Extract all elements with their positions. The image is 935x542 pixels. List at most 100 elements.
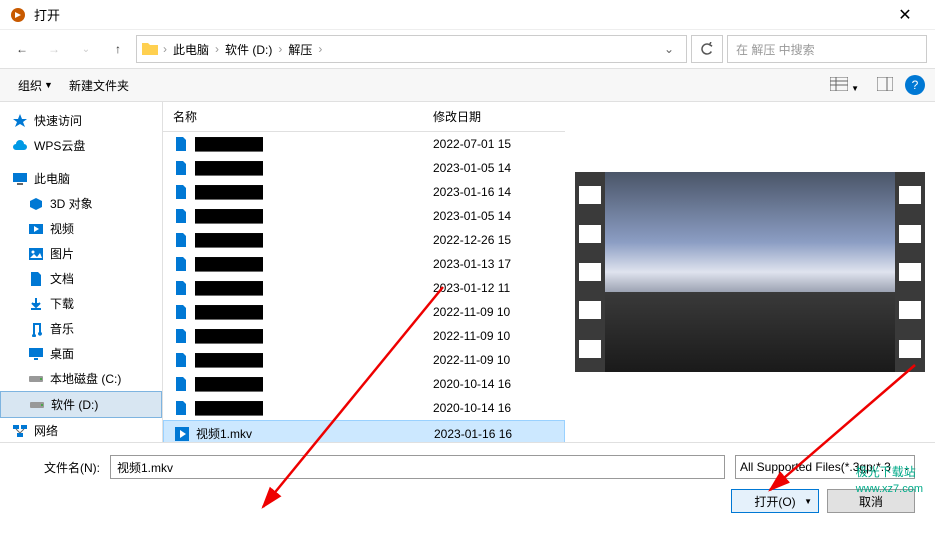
video-thumbnail: [605, 172, 895, 372]
column-date[interactable]: 修改日期: [433, 108, 553, 125]
filmstrip-edge: [575, 172, 605, 372]
column-name[interactable]: 名称: [173, 108, 433, 125]
filename-input[interactable]: [110, 455, 725, 479]
sidebar-item[interactable]: 视频: [0, 216, 162, 241]
search-input[interactable]: 在 解压 中搜索: [727, 35, 927, 63]
file-row[interactable]: ████████2022-11-09 10: [163, 300, 565, 324]
desktop-icon: [28, 346, 44, 362]
file-row[interactable]: ████████2023-01-16 14: [163, 180, 565, 204]
forward-button[interactable]: →: [40, 35, 68, 63]
file-name: ████████: [173, 184, 433, 200]
sidebar-item-label: 音乐: [50, 320, 74, 337]
image-icon: [28, 246, 44, 262]
file-name: 视频1.mkv: [174, 425, 434, 442]
view-mode-button[interactable]: ▼: [824, 73, 865, 98]
recent-dropdown[interactable]: ⌄: [72, 35, 100, 63]
sidebar-item[interactable]: 本地磁盘 (C:): [0, 366, 162, 391]
music-icon: [28, 321, 44, 337]
file-list: 名称 修改日期 ████████2022-07-01 15████████202…: [163, 102, 565, 442]
3d-icon: [28, 196, 44, 212]
file-name: ████████: [173, 232, 433, 248]
file-name: ████████: [173, 352, 433, 368]
preview-pane: [565, 102, 935, 442]
file-date: 2023-01-13 17: [433, 257, 553, 271]
new-folder-button[interactable]: 新建文件夹: [61, 73, 137, 98]
sidebar-item[interactable]: 此电脑: [0, 166, 162, 191]
download-icon: [28, 296, 44, 312]
open-button[interactable]: 打开(O) ▼: [731, 489, 819, 513]
file-name: ████████: [173, 208, 433, 224]
close-button[interactable]: ✕: [885, 5, 925, 25]
breadcrumb-item[interactable]: 软件 (D:): [219, 41, 278, 58]
sidebar-item-label: 快速访问: [34, 112, 82, 129]
file-date: 2022-11-09 10: [433, 329, 553, 343]
file-date: 2022-07-01 15: [433, 137, 553, 151]
video-file-icon: [174, 426, 190, 442]
sidebar-item[interactable]: 下载: [0, 291, 162, 316]
file-row[interactable]: ████████2023-01-12 11: [163, 276, 565, 300]
refresh-button[interactable]: [691, 35, 723, 63]
file-name: ████████: [173, 256, 433, 272]
sidebar-item-label: 图片: [50, 245, 74, 262]
file-name: ████████: [173, 400, 433, 416]
sidebar-item[interactable]: 图片: [0, 241, 162, 266]
sidebar-item[interactable]: 文档: [0, 266, 162, 291]
cloud-icon: [12, 138, 28, 154]
breadcrumb-item[interactable]: 解压: [282, 41, 318, 58]
file-date: 2023-01-16 16: [434, 427, 554, 441]
file-row[interactable]: ████████2023-01-05 14: [163, 156, 565, 180]
chevron-down-icon: ▼: [851, 84, 859, 93]
file-row[interactable]: ████████2022-12-26 15: [163, 228, 565, 252]
preview-button[interactable]: [871, 73, 899, 98]
file-date: 2022-11-09 10: [433, 305, 553, 319]
sidebar-item[interactable]: 快速访问: [0, 108, 162, 133]
file-date: 2023-01-12 11: [433, 281, 553, 295]
organize-button[interactable]: 组织 ▼: [10, 73, 61, 98]
breadcrumb-item[interactable]: 此电脑: [167, 41, 215, 58]
sidebar-item-label: 下载: [50, 295, 74, 312]
file-row[interactable]: ████████2022-11-09 10: [163, 348, 565, 372]
disk-icon: [29, 397, 45, 413]
sidebar-item[interactable]: 3D 对象: [0, 191, 162, 216]
doc-icon: [28, 271, 44, 287]
network-icon: [12, 423, 28, 439]
disk-icon: [28, 371, 44, 387]
sidebar-item[interactable]: 音乐: [0, 316, 162, 341]
file-date: 2023-01-05 14: [433, 161, 553, 175]
back-button[interactable]: ←: [8, 35, 36, 63]
sidebar-item[interactable]: 桌面: [0, 341, 162, 366]
breadcrumb[interactable]: › 此电脑 › 软件 (D:) › 解压 › ⌄: [136, 35, 687, 63]
sidebar-item-label: 文档: [50, 270, 74, 287]
file-name: ████████: [173, 328, 433, 344]
sidebar-item-label: 网络: [34, 422, 58, 439]
column-headers[interactable]: 名称 修改日期: [163, 102, 565, 132]
file-row[interactable]: ████████2023-01-05 14: [163, 204, 565, 228]
sidebar-item-label: WPS云盘: [34, 137, 85, 154]
file-name: ████████: [173, 376, 433, 392]
file-name: ████████: [173, 280, 433, 296]
sidebar-item[interactable]: 软件 (D:): [0, 391, 162, 418]
sidebar-item-label: 此电脑: [34, 170, 70, 187]
help-button[interactable]: ?: [905, 75, 925, 95]
chevron-right-icon: ›: [318, 42, 322, 56]
app-icon: [10, 7, 26, 23]
up-button[interactable]: ↑: [104, 35, 132, 63]
sidebar-item-label: 桌面: [50, 345, 74, 362]
file-date: 2020-10-14 16: [433, 401, 553, 415]
file-row[interactable]: ████████2022-11-09 10: [163, 324, 565, 348]
file-row[interactable]: ████████2023-01-13 17: [163, 252, 565, 276]
video-preview: [575, 172, 925, 372]
sidebar-item[interactable]: 网络: [0, 418, 162, 442]
file-row[interactable]: ████████2020-10-14 16: [163, 372, 565, 396]
filename-label: 文件名(N):: [20, 459, 100, 476]
chevron-down-icon[interactable]: ⌄: [656, 42, 682, 56]
file-row[interactable]: 视频1.mkv2023-01-16 16: [163, 420, 565, 442]
sidebar-item-label: 视频: [50, 220, 74, 237]
file-row[interactable]: ████████2022-07-01 15: [163, 132, 565, 156]
sidebar-item[interactable]: WPS云盘: [0, 133, 162, 158]
file-row[interactable]: ████████2020-10-14 16: [163, 396, 565, 420]
file-date: 2023-01-16 14: [433, 185, 553, 199]
sidebar: 快速访问 WPS云盘此电脑 3D 对象视频图片文档下载音乐桌面本地磁盘 (C:)软件…: [0, 102, 163, 442]
chevron-down-icon: ▼: [44, 80, 53, 90]
video-icon: [28, 221, 44, 237]
